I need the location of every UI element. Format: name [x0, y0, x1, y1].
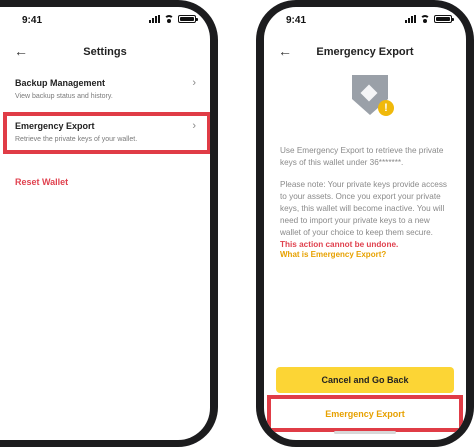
wifi-icon	[420, 15, 430, 23]
signal-icon	[149, 15, 160, 23]
status-time: 9:41	[286, 15, 307, 26]
status-icons	[405, 15, 454, 23]
export-note-text: Please note: Your private keys provide a…	[280, 179, 452, 251]
export-warning-text: This action cannot be undone.	[280, 240, 399, 249]
signal-icon	[405, 15, 416, 23]
emergency-export-screen: 9:41 ← Emergency Export ! Use Emergency …	[264, 7, 466, 440]
backup-management-title: Backup Management	[15, 78, 106, 88]
export-intro-text: Use Emergency Export to retrieve the pri…	[280, 146, 444, 167]
nav-bar: ← Emergency Export	[264, 41, 466, 67]
warning-icon: !	[378, 100, 394, 116]
status-bar: 9:41	[0, 7, 210, 33]
battery-icon	[178, 15, 198, 23]
export-note-body: Please note: Your private keys provide a…	[280, 180, 448, 237]
page-title: Emergency Export	[316, 46, 414, 58]
status-time: 9:41	[22, 15, 43, 26]
reset-wallet-button[interactable]: Reset Wallet	[15, 177, 68, 187]
battery-icon	[434, 15, 454, 23]
phone-left: 9:41 ← Settings Backup Management View b…	[0, 0, 218, 447]
status-icons	[149, 15, 198, 23]
page-title: Settings	[83, 46, 127, 58]
chevron-right-icon: ›	[192, 77, 196, 89]
backup-management-description: View backup status and history.	[15, 93, 113, 100]
phone-right: 9:41 ← Emergency Export ! Use Emergency …	[256, 0, 474, 447]
status-bar: 9:41	[264, 7, 466, 33]
backup-management-item[interactable]: Backup Management View backup status and…	[15, 77, 196, 100]
nav-bar: ← Settings	[0, 41, 210, 67]
settings-screen: 9:41 ← Settings Backup Management View b…	[0, 7, 210, 440]
highlight-box	[267, 395, 463, 432]
what-is-emergency-export-link[interactable]: What is Emergency Export?	[280, 250, 386, 259]
shield-illustration: !	[348, 75, 398, 125]
cancel-and-go-back-button[interactable]: Cancel and Go Back	[276, 367, 454, 393]
highlight-box	[3, 112, 210, 154]
home-indicator	[334, 431, 396, 434]
wifi-icon	[164, 15, 174, 23]
